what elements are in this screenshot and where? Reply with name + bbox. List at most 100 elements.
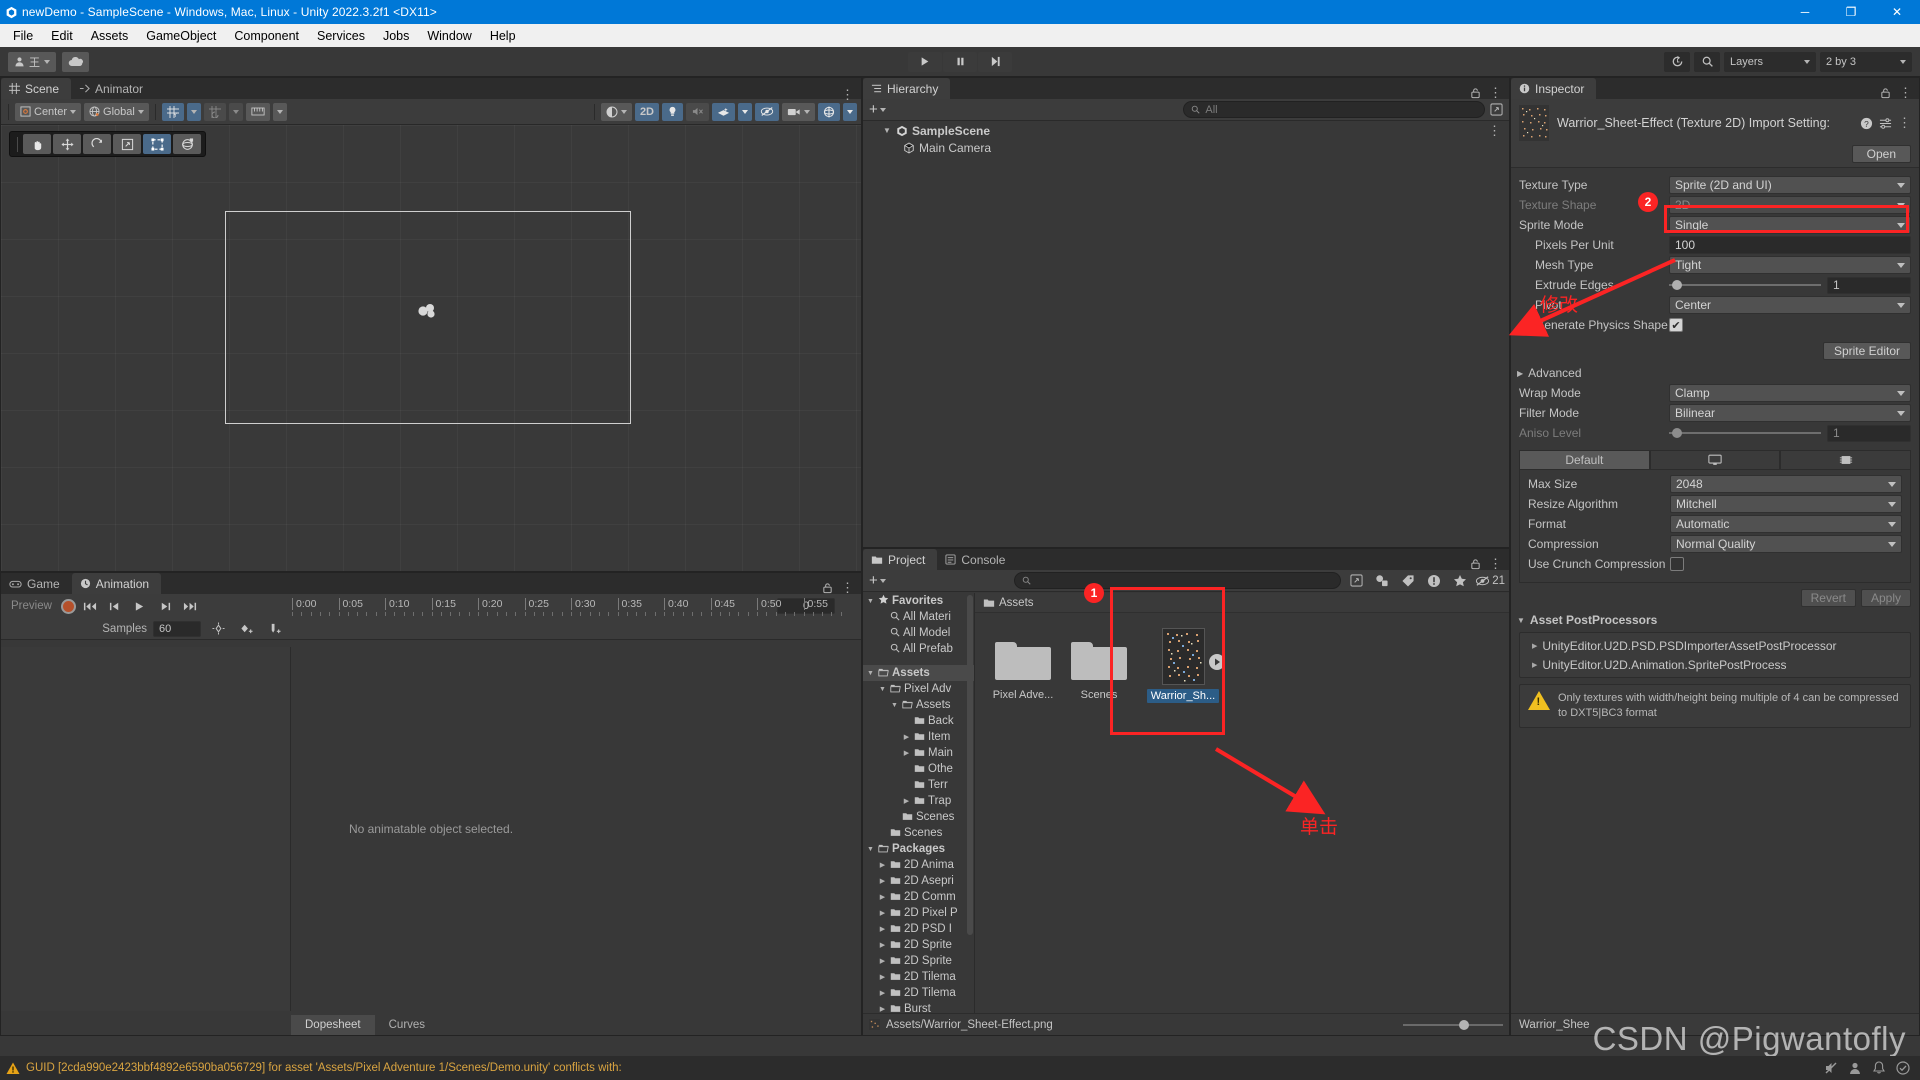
tab-project[interactable]: Project	[863, 549, 938, 570]
menu-jobs[interactable]: Jobs	[374, 26, 418, 46]
tab-console[interactable]: Console	[937, 549, 1018, 570]
menu-assets[interactable]: Assets	[82, 26, 138, 46]
project-tree-row[interactable]: ▶ 2D Tilema	[863, 969, 974, 985]
add-keyframe-diamond-button[interactable]	[235, 620, 257, 638]
status-ok-icon[interactable]	[1896, 1061, 1910, 1075]
project-tree-row[interactable]: ▶ 2D Pixel P	[863, 905, 974, 921]
tab-scene[interactable]: Scene	[1, 78, 72, 99]
inspector-dropdown[interactable]: Mitchell	[1670, 495, 1902, 513]
visibility-toggle[interactable]	[755, 102, 779, 121]
tab-hierarchy[interactable]: Hierarchy	[863, 78, 951, 99]
inspector-dropdown[interactable]: Single	[1669, 216, 1911, 234]
chevron-right-icon[interactable]: ▶	[878, 973, 887, 981]
postprocessors-foldout[interactable]: ▼ Asset PostProcessors	[1517, 613, 1911, 627]
chevron-down-icon[interactable]: ▼	[883, 126, 892, 135]
project-filter-label-button[interactable]	[1397, 572, 1419, 590]
layers-dropdown[interactable]: Layers	[1724, 51, 1816, 72]
minimize-button[interactable]: ─	[1782, 0, 1828, 24]
apply-button[interactable]: Apply	[1860, 589, 1911, 607]
ruler-options[interactable]	[272, 102, 287, 121]
close-button[interactable]: ✕	[1874, 0, 1920, 24]
notification-bell-icon[interactable]	[1872, 1061, 1886, 1075]
project-tree-row[interactable]: ▶ 2D PSD I	[863, 921, 974, 937]
inspector-menu-icon[interactable]: ⋮	[1899, 86, 1912, 99]
lock-icon[interactable]	[1880, 87, 1891, 99]
grid-snap-options[interactable]	[186, 102, 201, 121]
menu-window[interactable]: Window	[418, 26, 480, 46]
project-add-button[interactable]: +	[867, 572, 888, 589]
revert-button[interactable]: Revert	[1800, 589, 1856, 607]
lighting-toggle[interactable]	[662, 102, 683, 121]
asset-item-scenes[interactable]: Scenes	[1061, 631, 1137, 701]
rect-tool-button[interactable]	[143, 134, 171, 154]
project-tree-scrollbar[interactable]	[967, 595, 973, 935]
project-tree-row[interactable]: Scenes	[863, 809, 974, 825]
move-tool-button[interactable]	[53, 134, 81, 154]
inspector-asset-menu-icon[interactable]: ⋮	[1898, 116, 1911, 129]
inspector-slider-value[interactable]: 1	[1827, 276, 1911, 294]
project-tree-row[interactable]: ▼ Assets	[863, 697, 974, 713]
inspector-dropdown[interactable]: Bilinear	[1669, 404, 1911, 422]
project-tree-row[interactable]: ▶ Trap	[863, 793, 974, 809]
lock-icon[interactable]	[1470, 558, 1481, 570]
platform-tab-standalone[interactable]	[1649, 450, 1781, 470]
inspector-checkbox[interactable]	[1670, 557, 1684, 571]
mode-2d-toggle[interactable]: 2D	[634, 102, 659, 121]
hierarchy-search-input[interactable]: All	[1183, 101, 1486, 118]
transform-tool-button[interactable]	[173, 134, 201, 154]
inspector-dropdown[interactable]: Normal Quality	[1670, 535, 1902, 553]
scene-menu-icon[interactable]: ⋮	[841, 88, 854, 101]
project-tree-row[interactable]: ▶ 2D Comm	[863, 889, 974, 905]
undo-history-button[interactable]	[1664, 51, 1690, 72]
postprocessor-row[interactable]: ▶ UnityEditor.U2D.PSD.PSDImporterAssetPo…	[1520, 636, 1910, 655]
search-button[interactable]	[1694, 51, 1720, 72]
project-tree-row[interactable]: ▶ 2D Anima	[863, 857, 974, 873]
pivot-dropdown[interactable]: Center	[15, 102, 82, 121]
project-search-input[interactable]	[1013, 572, 1342, 589]
hierarchy-add-button[interactable]: +	[867, 101, 888, 118]
animation-menu-icon[interactable]: ⋮	[841, 581, 854, 594]
chevron-right-icon[interactable]: ▶	[878, 893, 887, 901]
scene-viewport[interactable]	[1, 125, 861, 571]
project-menu-icon[interactable]: ⋮	[1489, 557, 1502, 570]
asset-zoom-knob[interactable]	[1459, 1019, 1469, 1030]
platform-tab-android[interactable]	[1780, 450, 1912, 470]
add-keyframe-button[interactable]	[207, 620, 229, 638]
tab-curves[interactable]: Curves	[375, 1015, 439, 1035]
chevron-down-icon[interactable]: ▼	[866, 846, 875, 853]
collab-icon[interactable]	[1848, 1061, 1862, 1075]
inspector-slider[interactable]	[1669, 428, 1821, 438]
menu-services[interactable]: Services	[308, 26, 374, 46]
effects-options[interactable]	[738, 102, 752, 121]
chevron-right-icon[interactable]: ▶	[878, 909, 887, 917]
add-event-button[interactable]	[263, 620, 285, 638]
inspector-text-input[interactable]: 100	[1669, 236, 1911, 254]
asset-item-warrior-sheet-effect[interactable]: Warrior_Sh...	[1137, 625, 1229, 703]
chevron-right-icon[interactable]: ▶	[902, 749, 911, 757]
handle-dropdown[interactable]: Global	[84, 102, 149, 121]
help-icon[interactable]: ?	[1860, 117, 1873, 130]
scale-tool-button[interactable]	[113, 134, 141, 154]
tab-inspector[interactable]: Inspector	[1511, 78, 1597, 99]
menu-component[interactable]: Component	[225, 26, 308, 46]
inspector-dropdown[interactable]: 2048	[1670, 475, 1902, 493]
preset-icon[interactable]	[1879, 117, 1892, 130]
inspector-dropdown[interactable]: Clamp	[1669, 384, 1911, 402]
project-filter-warning-button[interactable]	[1423, 572, 1445, 590]
menu-help[interactable]: Help	[481, 26, 525, 46]
chevron-right-icon[interactable]: ▶	[878, 957, 887, 965]
project-filter-type-button[interactable]	[1371, 572, 1393, 590]
hierarchy-row-samplescene[interactable]: ▼ SampleScene ⋮	[863, 122, 1509, 139]
project-folder-tree[interactable]: ▼ Favorites All Materi All Model All Prefab ▼…	[863, 593, 975, 1013]
menu-gameobject[interactable]: GameObject	[137, 26, 225, 46]
chevron-right-icon[interactable]: ▶	[878, 925, 887, 933]
play-preview-icon[interactable]	[1208, 653, 1226, 671]
tab-dopesheet[interactable]: Dopesheet	[291, 1015, 375, 1035]
last-keyframe-button[interactable]	[179, 597, 201, 615]
project-tree-row[interactable]: ▶ 2D Sprite	[863, 937, 974, 953]
asset-item-pixel-adventure[interactable]: Pixel Adve...	[985, 631, 1061, 701]
gizmos-options[interactable]	[843, 102, 857, 121]
first-keyframe-button[interactable]	[79, 597, 101, 615]
tab-game[interactable]: Game	[1, 573, 72, 594]
menu-edit[interactable]: Edit	[42, 26, 82, 46]
